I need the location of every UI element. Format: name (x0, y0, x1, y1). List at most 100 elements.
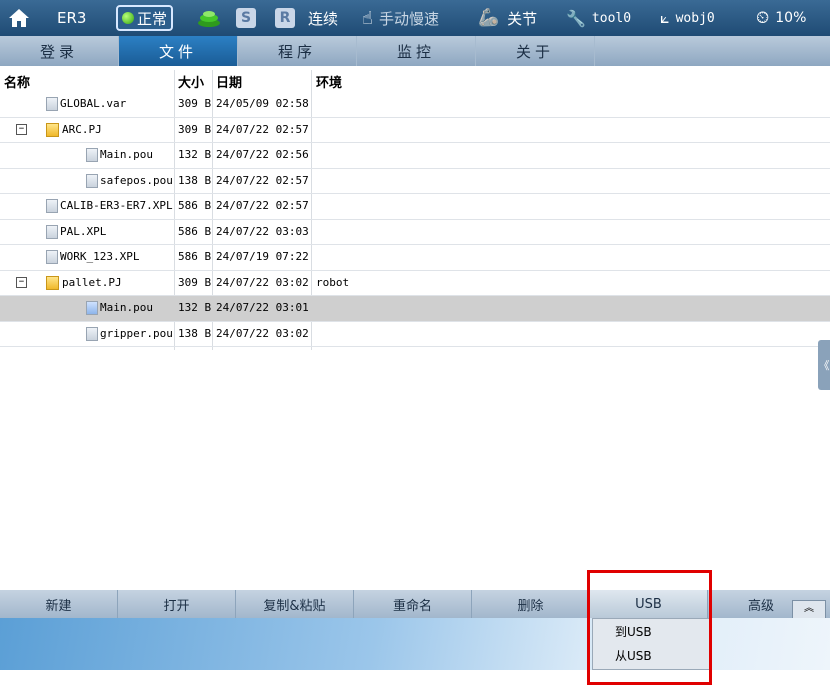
nav-filler (595, 36, 830, 66)
tab-monitor[interactable]: 监控 (357, 36, 476, 66)
col-date-header[interactable]: 日期 (216, 72, 242, 91)
robot-state-label: 正常 (137, 9, 168, 28)
run-mode[interactable]: 连续 (308, 0, 338, 36)
s-button[interactable]: S (236, 0, 256, 36)
expand-toolbar-button[interactable]: ︽ (792, 600, 826, 620)
status-bar: ER3 正常 S R 连续 ☝ 手动慢速 🦾 关节 🔧 tool0 ⟀ wobj… (0, 0, 830, 36)
open-button[interactable]: 打开 (118, 590, 236, 618)
file-date: 24/07/22 02:56 (216, 148, 309, 161)
annotation-highlight-box (587, 570, 712, 685)
coord-mode[interactable]: 🦾 关节 (478, 0, 537, 36)
file-name: pallet.PJ (62, 275, 122, 289)
home-button[interactable] (8, 0, 30, 36)
coord-label: 关节 (507, 9, 538, 28)
table-row[interactable]: CALIB-ER3-ER7.XPL 586 B 24/07/22 02:57 (0, 194, 830, 220)
file-env: robot (316, 275, 350, 289)
tab-about[interactable]: 关于 (476, 36, 595, 66)
delete-button[interactable]: 删除 (472, 590, 590, 618)
file-name: PAL.XPL (60, 224, 107, 238)
file-date: 24/07/22 03:02 (216, 275, 309, 289)
table-row[interactable]: − pallet.PJ 309 B 24/07/22 03:02 robot (0, 271, 830, 296)
file-size: 138 B (178, 326, 212, 340)
file-date: 24/07/22 02:57 (216, 173, 309, 187)
folder-icon (46, 122, 59, 137)
file-date: 24/05/09 02:58 (216, 97, 309, 110)
table-row[interactable]: safepos.pou 138 B 24/07/22 02:57 (0, 169, 830, 194)
file-date: 24/07/19 07:22 (216, 250, 309, 263)
file-size: 586 B (178, 250, 212, 263)
file-name: GLOBAL.var (60, 97, 127, 110)
file-date: 24/07/22 02:57 (216, 122, 309, 136)
servo-button[interactable] (196, 0, 222, 36)
collapse-icon[interactable]: − (16, 276, 27, 288)
file-icon (86, 301, 98, 315)
file-table-header: 名称 大小 日期 环境 (0, 70, 830, 91)
tab-program[interactable]: 程序 (238, 36, 357, 66)
status-ok-badge: 正常 (116, 5, 174, 31)
speed-ratio-label: 10% (775, 10, 807, 26)
r-badge: R (275, 8, 295, 28)
axis-icon: ⟀ (660, 8, 670, 27)
home-icon (9, 9, 29, 27)
robot-arm-icon: 🦾 (478, 8, 500, 28)
table-row-selected[interactable]: Main.pou 132 B 24/07/22 03:01 (0, 296, 830, 322)
collapse-icon[interactable]: − (16, 123, 27, 135)
rename-button[interactable]: 重命名 (354, 590, 472, 618)
tool-label: tool0 (591, 10, 632, 26)
status-led-icon (122, 12, 134, 24)
file-size: 309 B (178, 97, 212, 110)
speed-ratio[interactable]: ⏲ 10% (756, 0, 806, 36)
file-list: GLOBAL.var 309 B 24/05/09 02:58 − ARC.PJ… (0, 92, 830, 347)
table-row[interactable]: PAL.XPL 586 B 24/07/22 03:03 (0, 220, 830, 245)
file-size: 309 B (178, 122, 212, 136)
file-name: safepos.pou (100, 173, 173, 187)
file-date: 24/07/22 03:03 (216, 224, 309, 238)
table-row[interactable]: − ARC.PJ 309 B 24/07/22 02:57 (0, 118, 830, 143)
side-panel-handle[interactable]: 《 (818, 340, 830, 390)
new-button[interactable]: 新建 (0, 590, 118, 618)
tool-select[interactable]: 🔧 tool0 (566, 0, 631, 36)
table-row[interactable]: Main.pou 132 B 24/07/22 02:56 (0, 143, 830, 169)
gauge-icon: ⏲ (756, 8, 770, 28)
file-size: 309 B (178, 275, 212, 289)
chevron-up-icon: ︽ (804, 603, 814, 614)
speed-mode[interactable]: ☝ 手动慢速 (362, 0, 439, 36)
table-row[interactable]: WORK_123.XPL 586 B 24/07/19 07:22 (0, 245, 830, 271)
file-date: 24/07/22 02:57 (216, 199, 309, 212)
file-size: 586 B (178, 224, 212, 238)
file-name: Main.pou (100, 148, 153, 161)
file-name: WORK_123.XPL (60, 250, 140, 263)
wobj-select[interactable]: ⟀ wobj0 (660, 0, 715, 36)
wobj-label: wobj0 (675, 10, 715, 26)
s-badge: S (236, 8, 256, 28)
file-icon (46, 250, 58, 264)
folder-icon (46, 275, 59, 290)
file-name: CALIB-ER3-ER7.XPL (60, 199, 173, 212)
wrench-icon: 🔧 (566, 8, 586, 28)
col-size-header[interactable]: 大小 (178, 72, 204, 91)
chevron-left-icon: 《 (818, 359, 830, 372)
table-row[interactable]: gripper.pou 138 B 24/07/22 03:02 (0, 322, 830, 347)
col-name-header[interactable]: 名称 (4, 72, 30, 91)
robot-name[interactable]: ER3 (57, 0, 86, 36)
file-icon (46, 97, 58, 111)
file-size: 586 B (178, 199, 212, 212)
file-name: Main.pou (100, 301, 153, 314)
servo-icon (198, 11, 220, 27)
copy-paste-button[interactable]: 复制&粘贴 (236, 590, 354, 618)
tab-login[interactable]: 登录 (0, 36, 119, 66)
col-env-header[interactable]: 环境 (316, 72, 342, 91)
file-icon (46, 199, 58, 213)
file-name: gripper.pou (100, 326, 173, 340)
table-row[interactable]: GLOBAL.var 309 B 24/05/09 02:58 (0, 92, 830, 118)
file-icon (86, 148, 98, 162)
file-icon (86, 173, 98, 188)
tab-file[interactable]: 文件 (119, 36, 238, 66)
file-date: 24/07/22 03:01 (216, 301, 309, 314)
robot-state[interactable]: 正常 (116, 0, 174, 36)
file-size: 138 B (178, 173, 212, 187)
r-button[interactable]: R (275, 0, 295, 36)
file-date: 24/07/22 03:02 (216, 326, 309, 340)
file-icon (86, 326, 98, 341)
speed-mode-label: 手动慢速 (378, 9, 439, 28)
